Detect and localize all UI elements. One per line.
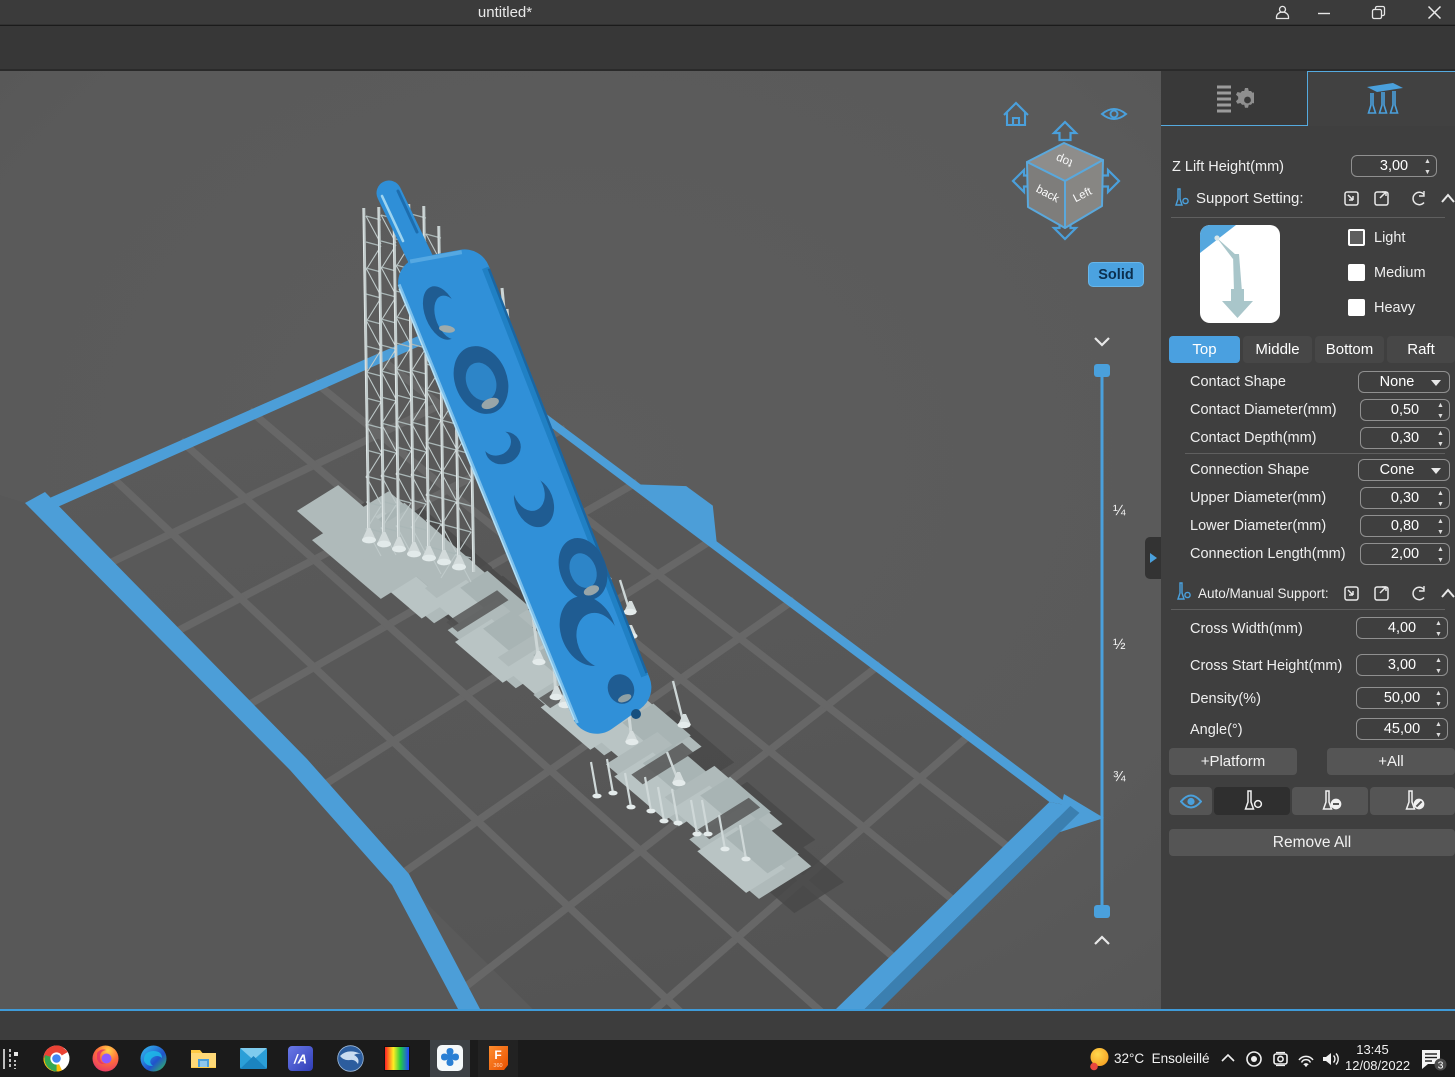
svg-text:3: 3 <box>1438 1060 1444 1072</box>
svg-text:¾: ¾ <box>1113 768 1126 785</box>
svg-text:/A: /A <box>293 1052 307 1067</box>
svg-text:360: 360 <box>493 1063 502 1069</box>
svg-text:½: ½ <box>1113 636 1126 653</box>
svg-text:¼: ¼ <box>1113 502 1126 519</box>
svg-text:F: F <box>494 1048 501 1062</box>
